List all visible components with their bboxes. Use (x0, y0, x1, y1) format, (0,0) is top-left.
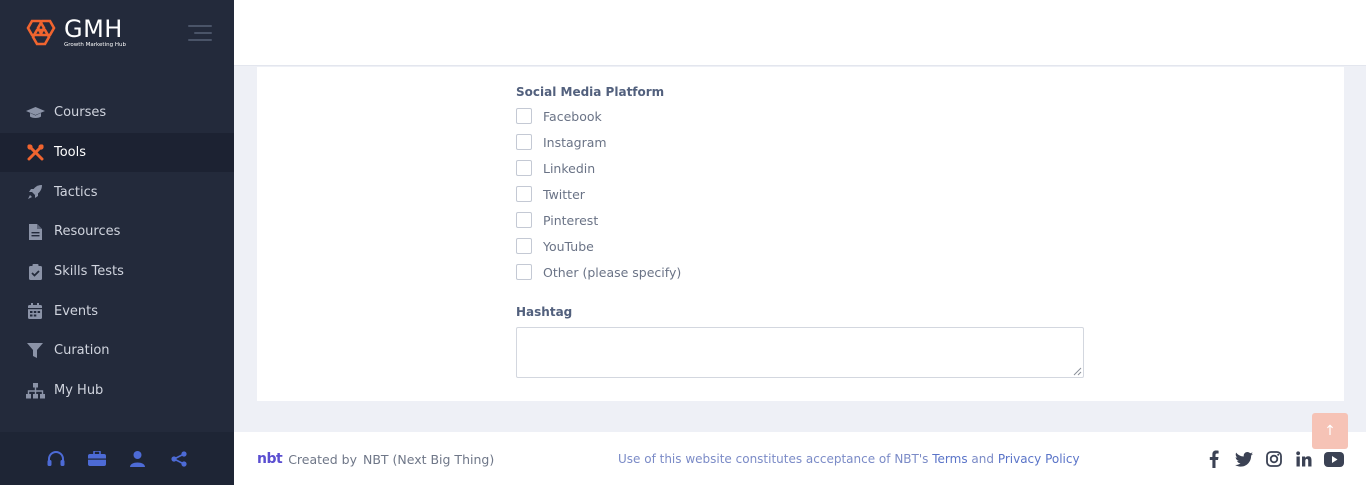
briefcase-icon[interactable] (87, 449, 106, 468)
checkbox[interactable] (516, 186, 532, 202)
sidebar-nav: Courses Tools Tactics Resources Skills T… (0, 93, 234, 411)
resize-grip-icon[interactable] (1073, 367, 1082, 376)
gmh-logo-icon (26, 19, 56, 46)
sidebar-item-label: Tactics (54, 184, 98, 200)
checkbox-other[interactable]: Other (please specify) (516, 262, 681, 282)
checkbox[interactable] (516, 160, 532, 176)
hashtag-label: Hashtag (516, 305, 573, 319)
top-bar (234, 0, 1366, 66)
sidebar-item-events[interactable]: Events (0, 291, 234, 331)
sidebar-item-skills-tests[interactable]: Skills Tests (0, 252, 234, 292)
calendar-icon (25, 302, 45, 320)
checkbox[interactable] (516, 238, 532, 254)
checkbox-instagram[interactable]: Instagram (516, 132, 607, 152)
social-media-platform-label: Social Media Platform (516, 85, 665, 99)
checkbox-label: Facebook (543, 108, 602, 124)
rocket-icon (25, 183, 45, 201)
terms-prefix: Use of this website constitutes acceptan… (618, 452, 929, 466)
sidebar-item-my-hub[interactable]: My Hub (0, 371, 234, 411)
footer-terms: Use of this website constitutes acceptan… (618, 452, 1080, 466)
brand-title: GMH (64, 15, 123, 43)
share-icon[interactable] (169, 449, 188, 468)
sidebar-item-label: Tools (54, 145, 87, 161)
checkbox[interactable] (516, 264, 532, 280)
sidebar-item-tools[interactable]: Tools (0, 132, 234, 173)
checkbox-label: Twitter (543, 186, 585, 202)
brand-subtitle: Growth Marketing Hub (64, 42, 126, 48)
arrow-up-icon: ↑ (1324, 423, 1336, 439)
sidebar-item-label: Courses (54, 105, 107, 121)
sidebar-item-courses[interactable]: Courses (0, 93, 234, 133)
checkbox-label: Instagram (543, 134, 607, 150)
sidebar-footer (0, 432, 234, 485)
instagram-icon[interactable] (1264, 450, 1284, 468)
sidebar-item-label: Skills Tests (54, 264, 124, 280)
company-name: NBT (Next Big Thing) (362, 451, 495, 467)
sidebar: GMH Growth Marketing Hub Courses Tools T… (0, 0, 234, 485)
sitemap-icon (25, 382, 45, 400)
back-to-top-button[interactable]: ↑ (1312, 413, 1348, 449)
tools-icon (25, 144, 45, 162)
checkbox[interactable] (516, 108, 532, 124)
twitter-icon[interactable] (1234, 450, 1254, 468)
hashtag-input[interactable] (516, 327, 1084, 378)
checkbox-twitter[interactable]: Twitter (516, 184, 585, 204)
checkbox[interactable] (516, 134, 532, 150)
social-links (1204, 450, 1344, 468)
privacy-policy-link[interactable]: Privacy Policy (998, 452, 1080, 466)
sidebar-item-curation[interactable]: Curation (0, 331, 234, 371)
terms-link[interactable]: Terms (932, 452, 967, 466)
sidebar-item-label: My Hub (54, 383, 104, 399)
checkbox-label: Other (please specify) (543, 264, 682, 280)
checkbox[interactable] (516, 212, 532, 228)
sidebar-item-resources[interactable]: Resources (0, 212, 234, 252)
created-by-text: Created by (288, 451, 357, 467)
nbt-logo[interactable]: nbt (257, 451, 283, 467)
sidebar-item-label: Curation (54, 343, 110, 359)
form-card: Social Media Platform Facebook Instagram… (257, 67, 1344, 401)
facebook-icon[interactable] (1204, 450, 1224, 468)
footer: nbt Created by NBT (Next Big Thing) Use … (234, 432, 1366, 485)
sidebar-item-label: Events (54, 303, 99, 319)
checkbox-facebook[interactable]: Facebook (516, 106, 602, 126)
footer-credit: nbt Created by NBT (Next Big Thing) (257, 451, 494, 467)
linkedin-icon[interactable] (1294, 450, 1314, 468)
checkbox-label: Pinterest (543, 212, 599, 228)
checkbox-label: YouTube (543, 238, 594, 254)
terms-and: and (971, 452, 994, 466)
checkbox-linkedin[interactable]: Linkedin (516, 158, 595, 178)
checkbox-pinterest[interactable]: Pinterest (516, 210, 598, 230)
sidebar-item-label: Resources (54, 224, 121, 240)
checkbox-label: Linkedin (543, 160, 596, 176)
user-icon[interactable] (128, 449, 147, 468)
youtube-icon[interactable] (1324, 450, 1344, 468)
checkbox-youtube[interactable]: YouTube (516, 236, 594, 256)
headset-icon[interactable] (46, 449, 65, 468)
menu-toggle-button[interactable] (188, 24, 212, 42)
clipboard-check-icon (25, 263, 45, 281)
graduation-cap-icon (25, 104, 45, 122)
sidebar-item-tactics[interactable]: Tactics (0, 172, 234, 212)
file-icon (25, 223, 45, 241)
filter-icon (25, 342, 45, 360)
